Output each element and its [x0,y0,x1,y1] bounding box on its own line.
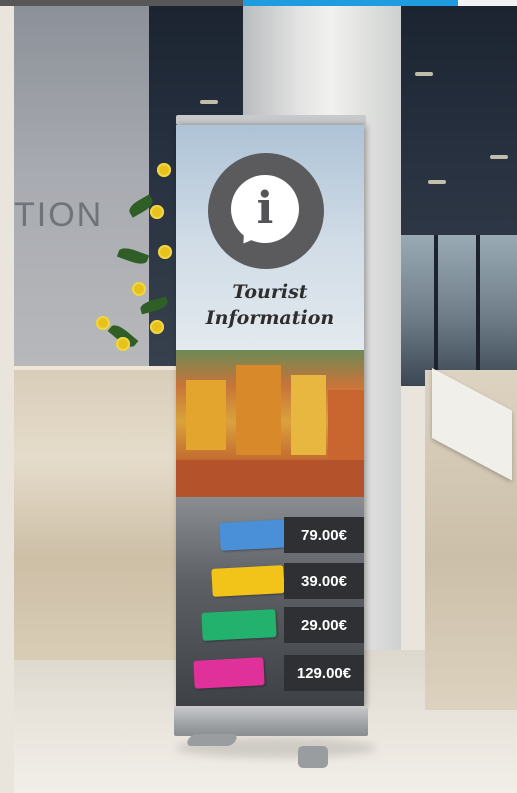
left-counter [14,370,184,660]
ceiling-light [428,180,446,184]
ceiling-light [415,72,433,76]
ceiling-light [490,155,508,159]
price-tag [201,609,277,641]
banner-base [174,706,368,736]
price-tag [193,657,265,689]
ceiling-light [200,100,218,104]
photo-scene: TION i Tourist Information 79.00€ 39.00€… [0,0,517,793]
banner-title-line2: Information [205,307,335,329]
price-box: 39.00€ [284,563,364,599]
price-tag [219,519,291,551]
price-row: 79.00€ [176,517,364,557]
price-tag [211,565,285,597]
price-box: 29.00€ [284,607,364,643]
info-speech-bubble-icon: i [256,183,274,234]
building [236,365,281,455]
yellow-flower [116,337,130,351]
banner-title-line1: Tourist [232,281,308,303]
roll-up-banner: i Tourist Information 79.00€ 39.00€ 29.0… [176,125,364,708]
price-value: 29.00€ [301,616,347,634]
banner-foot [185,734,239,746]
price-value: 129.00€ [296,664,352,682]
price-row: 129.00€ [176,655,364,695]
yellow-flower [157,163,171,177]
price-row: 39.00€ [176,563,364,603]
yellow-flower [132,282,146,296]
yellow-flower [150,205,164,219]
building [328,390,364,460]
banner-foot [298,746,328,768]
price-box: 129.00€ [284,655,364,691]
building [186,380,226,450]
price-value: 79.00€ [301,526,347,544]
city-photo [176,350,364,510]
price-box: 79.00€ [284,517,364,553]
building [291,375,326,455]
banner-top-rail [176,115,366,125]
yellow-flower [158,245,172,259]
yellow-flower [150,320,164,334]
wall-sign-text: TION [14,196,104,234]
left-wall [14,6,149,381]
yellow-flower [96,316,110,330]
price-row: 29.00€ [176,607,364,647]
price-value: 39.00€ [301,572,347,590]
background-window-grid [398,235,517,385]
